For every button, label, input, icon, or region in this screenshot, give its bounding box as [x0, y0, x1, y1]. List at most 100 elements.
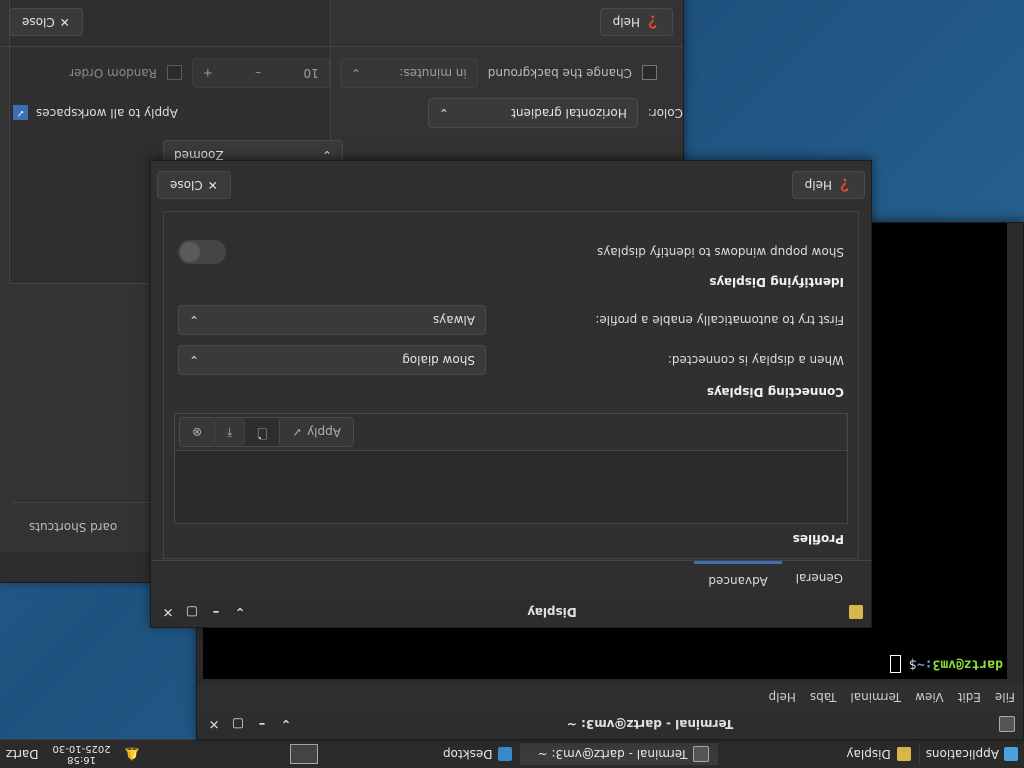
upload-icon: ⤒: [227, 425, 233, 440]
new-profile-button[interactable]: 🗋: [245, 418, 281, 446]
workspace-switcher[interactable]: [284, 740, 324, 768]
maximize-icon[interactable]: ▢: [229, 715, 247, 733]
maximize-icon[interactable]: ▢: [183, 603, 201, 621]
task-display-label: Display: [846, 747, 891, 761]
when-connected-combo[interactable]: Show dialog ⌄: [178, 345, 486, 375]
when-connected-row: When a display is connected: Show dialog…: [178, 343, 844, 377]
profiles-list[interactable]: [174, 450, 848, 524]
display-tabs: General Advanced: [151, 560, 871, 598]
display-help-button[interactable]: ❓ Help: [791, 171, 865, 199]
help-icon: ❓: [837, 178, 852, 192]
applications-menu[interactable]: Applications: [920, 740, 1024, 768]
color-mode-value: Horizontal gradient: [511, 106, 627, 120]
delete-icon: ⊗: [192, 425, 203, 439]
taskbar: Applications Display Terminal - dartz@vm…: [0, 739, 1024, 768]
backdrop-help-label: Help: [612, 15, 641, 30]
in-minutes-label: in minutes:: [399, 66, 467, 80]
backdrop-help-button[interactable]: ❓ Help: [599, 8, 673, 37]
terminal-app-icon: [693, 746, 710, 762]
clock-time: 16:58: [67, 754, 97, 765]
prompt-user: dartz@vm3: [932, 656, 1003, 672]
advanced-panel: Profiles Apply ✓ 🗋 ⤒ ⊗ Connecting Displa…: [163, 211, 859, 559]
auto-enable-combo[interactable]: Always ⌄: [178, 305, 486, 335]
change-background-checkbox[interactable]: [642, 65, 657, 81]
notification-icon[interactable]: 🔔: [119, 740, 146, 768]
prompt-symbol: $: [909, 656, 917, 672]
chevron-down-icon: ⌄: [189, 353, 200, 367]
taskbar-task-terminal[interactable]: Terminal - dartz@vm3: ~: [521, 743, 719, 765]
when-connected-value: Show dialog: [402, 353, 475, 367]
taskbar-task-display[interactable]: Display: [838, 743, 920, 765]
menu-tabs[interactable]: Tabs: [810, 690, 837, 704]
backdrop-buttons: ❓ Help ✕ Close: [0, 0, 683, 47]
interval-value: 10: [303, 66, 319, 80]
terminal-titlebar: Terminal - dartz@vm3: ~ ⌄ – ▢ ✕: [197, 709, 1023, 739]
task-terminal-label: Terminal - dartz@vm3: ~: [537, 747, 688, 761]
minus-icon[interactable]: –: [255, 66, 261, 80]
menu-edit[interactable]: Edit: [958, 690, 981, 704]
apply-all-label: Apply to all workspaces: [36, 106, 178, 120]
desktop: Applications Display Terminal - dartz@vm…: [0, 0, 1024, 768]
display-window-icon: [849, 605, 863, 619]
delete-profile-button[interactable]: ⊗: [180, 418, 216, 446]
auto-enable-row: First try to automatically enable a prof…: [178, 303, 844, 337]
display-title: Display: [527, 605, 577, 619]
close-window-icon[interactable]: ✕: [159, 603, 177, 621]
tab-general[interactable]: General: [782, 561, 857, 595]
color-row-left: Color: Horizontal gradient ⌄: [343, 96, 683, 130]
upload-profile-button[interactable]: ⤒: [215, 418, 246, 446]
clock-date: 2025-10-30: [52, 743, 111, 754]
cursor: [890, 655, 902, 673]
apply-all-checkbox[interactable]: ✓: [13, 105, 28, 121]
applications-icon: [1004, 747, 1018, 761]
random-order-checkbox[interactable]: [166, 65, 182, 81]
display-titlebar: Display ⌄ – ▢ ✕: [151, 597, 871, 627]
color-label: Color:: [647, 106, 683, 120]
collapse-icon[interactable]: ⌄: [277, 715, 295, 733]
random-order-label: Random Order: [69, 66, 157, 80]
chevron-down-icon: ⌄: [438, 106, 449, 120]
user-menu[interactable]: Dartz: [0, 740, 45, 768]
collapse-icon[interactable]: ⌄: [231, 603, 249, 621]
display-app-icon: [896, 747, 911, 761]
close-window-icon[interactable]: ✕: [205, 715, 223, 733]
clock[interactable]: 16:58 2025-10-30: [45, 743, 119, 765]
profiles-toolbar: Apply ✓ 🗋 ⤒ ⊗: [174, 413, 848, 450]
identify-popup-toggle[interactable]: [178, 240, 226, 264]
menu-view[interactable]: View: [915, 690, 943, 704]
popup-label: Show popup windows to identify displays: [596, 245, 844, 259]
auto-enable-value: Always: [432, 313, 475, 327]
menu-file[interactable]: File: [995, 690, 1015, 704]
change-background-label: Change the background: [487, 66, 632, 80]
plus-icon[interactable]: +: [203, 66, 213, 80]
display-close-button[interactable]: ✕ Close: [157, 171, 231, 199]
close-icon: ✕: [59, 15, 70, 30]
terminal-menubar: File Edit View Terminal Tabs Help: [197, 685, 1023, 709]
minimize-icon[interactable]: –: [207, 603, 225, 621]
color-mode-combo[interactable]: Horizontal gradient ⌄: [427, 98, 638, 128]
new-profile-icon: 🗋: [257, 426, 268, 441]
help-icon: ❓: [645, 15, 660, 30]
change-bg-row: Change the background in minutes: ⌄ 10 –…: [0, 56, 683, 90]
desktop-app-icon: [498, 747, 513, 761]
display-help-label: Help: [804, 178, 833, 192]
tab-advanced[interactable]: Advanced: [694, 561, 782, 598]
display-close-label: Close: [170, 178, 203, 192]
interval-spinner[interactable]: 10 – +: [191, 58, 330, 88]
backdrop-close-button[interactable]: ✕ Close: [9, 8, 83, 37]
menu-help[interactable]: Help: [769, 690, 796, 704]
checkmark-icon: ✓: [292, 425, 303, 439]
applications-label: Applications: [925, 747, 999, 761]
display-window: Display ⌄ – ▢ ✕ General Advanced Profile…: [150, 160, 872, 628]
minimize-icon[interactable]: –: [253, 715, 271, 733]
close-icon: ✕: [207, 178, 218, 192]
interval-unit-combo[interactable]: in minutes: ⌄: [339, 58, 478, 88]
toggle-knob: [180, 242, 200, 262]
color-row: Apply to all workspaces ✓: [0, 96, 343, 130]
terminal-title: Terminal - dartz@vm3: ~: [566, 717, 734, 731]
menu-terminal[interactable]: Terminal: [850, 690, 901, 704]
chevron-down-icon: ⌄: [189, 313, 200, 327]
prompt-path: :~: [916, 656, 933, 672]
taskbar-task-desktop[interactable]: Desktop: [324, 743, 522, 765]
apply-profile-button[interactable]: Apply ✓: [280, 418, 353, 446]
